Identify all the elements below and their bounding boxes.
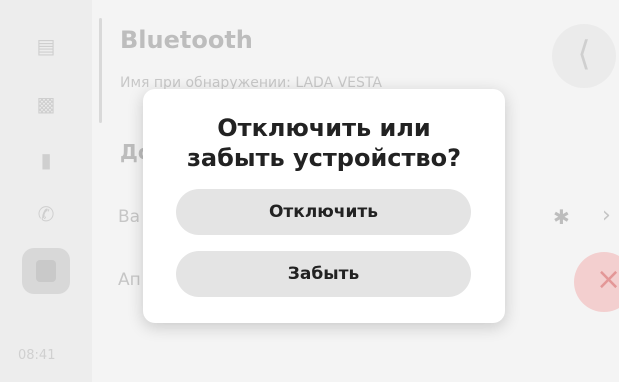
dialog-title: Отключить или забыть устройство? xyxy=(186,114,462,172)
phone-call-icon[interactable]: ✆ xyxy=(32,200,60,228)
chevron-left-icon: ⟨ xyxy=(577,34,591,74)
chevron-right-icon[interactable]: › xyxy=(602,203,611,228)
phone-device-icon[interactable]: ▮ xyxy=(32,146,60,174)
clock: 08:41 xyxy=(18,348,56,363)
page-title: Bluetooth xyxy=(120,26,253,54)
disconnect-dialog: Отключить или забыть устройство? Отключи… xyxy=(143,89,505,323)
car-icon[interactable]: ▤ xyxy=(32,32,60,60)
back-button[interactable]: ⟨ xyxy=(552,24,616,88)
forget-button[interactable]: Забыть xyxy=(176,251,471,297)
device-row-label[interactable]: Ап xyxy=(118,270,141,290)
divider xyxy=(99,18,102,123)
device-row-label[interactable]: Ва xyxy=(118,207,140,227)
disconnect-button[interactable]: Отключить xyxy=(176,189,471,235)
media-icon[interactable] xyxy=(22,248,70,294)
sidebar: ▤ ▩ ▮ ✆ 08:41 xyxy=(0,0,92,382)
remove-device-button[interactable]: × xyxy=(574,252,619,312)
bluetooth-icon: ✱ xyxy=(553,205,570,229)
close-icon: × xyxy=(596,262,619,297)
radio-icon[interactable]: ▩ xyxy=(32,90,60,118)
